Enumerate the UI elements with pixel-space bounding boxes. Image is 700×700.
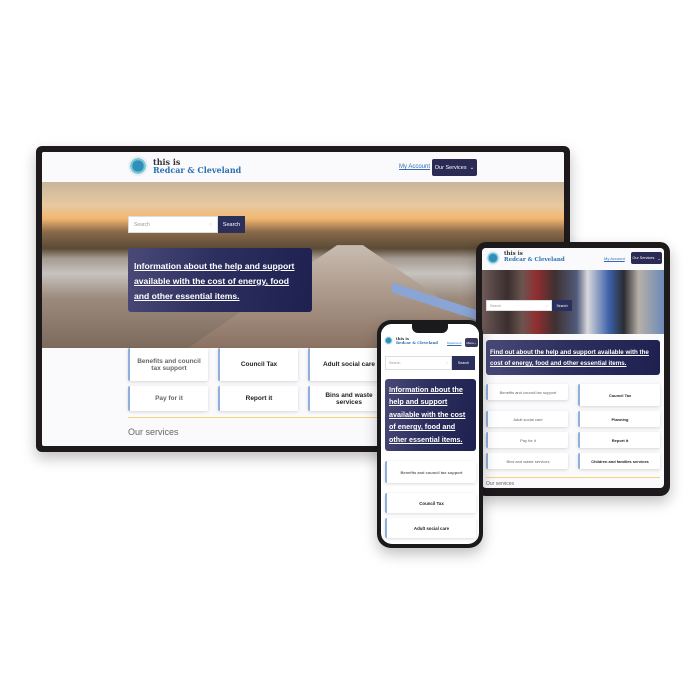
promo-link[interactable]: Information about the help and support a…	[134, 261, 294, 301]
tablet-our-services-heading: Our services	[486, 481, 515, 487]
card-label: Bins and waste services	[325, 391, 373, 406]
card-label: Council Tax	[240, 361, 278, 368]
phone-logo[interactable]: this is Redcar & Cleveland	[384, 336, 438, 345]
service-card-bins[interactable]: Bins and waste services	[308, 386, 388, 411]
tablet-logo[interactable]: this is Redcar & Cleveland	[486, 251, 565, 265]
service-card-council-tax[interactable]: Council Tax	[218, 348, 298, 381]
tablet-card-adult-social-care[interactable]: Adult social care	[486, 411, 568, 427]
service-card-pay-for-it[interactable]: Pay for it	[128, 386, 208, 411]
tablet-my-account-link[interactable]: My Account	[604, 256, 625, 261]
tablet-header: this is Redcar & Cleveland My Account Ou…	[482, 248, 664, 270]
promo-link[interactable]: Find out about the help and support avai…	[490, 349, 649, 367]
logo-icon	[128, 156, 148, 176]
search-bar: Search ○ Search	[128, 216, 245, 233]
logo-line2: Redcar & Cleveland	[504, 257, 565, 263]
tablet-card-council-tax[interactable]: Council Tax	[578, 384, 660, 406]
tablet-our-services-button[interactable]: Our Services ⌄	[631, 252, 662, 264]
section-divider	[128, 417, 388, 418]
tablet-promo[interactable]: Find out about the help and support avai…	[486, 340, 660, 375]
site-header: this is Redcar & Cleveland My Account Ou…	[42, 152, 564, 182]
card-label: Adult social care	[322, 361, 376, 368]
chevron-down-icon: ⌄	[474, 340, 477, 345]
card-label: Council Tax	[608, 392, 632, 398]
tablet-card-planning[interactable]: Planning	[578, 411, 660, 427]
tablet-search-bar: Search ○ Search	[486, 300, 572, 311]
logo-icon	[486, 251, 500, 265]
card-label: Adult social care	[513, 416, 543, 422]
search-icon: ○	[208, 221, 212, 228]
chevron-down-icon: ⌄	[657, 256, 661, 261]
service-card-adult-social-care[interactable]: Adult social care	[308, 348, 388, 381]
cost-of-living-promo[interactable]: Information about the help and support a…	[128, 248, 312, 312]
phone-search-bar: Search ○ Search	[385, 356, 475, 370]
phone-screen: this is Redcar & Cleveland Myaccount Men…	[381, 324, 479, 544]
tablet-card-bins[interactable]: Bins and waste services	[486, 453, 568, 469]
logo-line2: Redcar & Cleveland	[396, 339, 438, 345]
chevron-down-icon: ⌄	[469, 164, 475, 171]
search-placeholder: Search	[389, 361, 401, 365]
search-button[interactable]: Search	[218, 216, 245, 233]
logo-line2: Redcar & Cleveland	[153, 165, 242, 175]
logo-icon	[384, 336, 393, 345]
card-label: Benefits and council tax support	[400, 469, 463, 475]
tablet-hero: Search ○ Search	[482, 270, 664, 334]
phone-card-benefits[interactable]: Benefits and council tax support	[385, 461, 476, 483]
tablet-screen: this is Redcar & Cleveland My Account Ou…	[482, 248, 664, 488]
tablet-section-divider	[486, 477, 660, 478]
phone-promo[interactable]: Information about the help and support a…	[385, 379, 476, 451]
card-label: Benefits and council tax support	[137, 357, 201, 372]
phone-notch	[412, 324, 448, 333]
card-label: Benefits and council tax support	[499, 389, 557, 395]
phone-search-button[interactable]: Search	[452, 356, 475, 370]
menu-label: Menu	[466, 340, 474, 345]
tablet-search-input[interactable]: Search ○	[486, 300, 552, 311]
phone-device: this is Redcar & Cleveland Myaccount Men…	[377, 320, 483, 548]
my-account-link[interactable]: My Account	[399, 164, 430, 170]
search-placeholder: Search	[134, 221, 150, 228]
service-card-report-it[interactable]: Report it	[218, 386, 298, 411]
promo-link[interactable]: Information about the help and support a…	[389, 385, 465, 444]
card-label: Pay for it	[520, 437, 536, 443]
phone-my-account-link[interactable]: Myaccount	[447, 341, 462, 345]
our-services-label: Our Services	[434, 164, 467, 171]
site-logo[interactable]: this is Redcar & Cleveland	[128, 156, 241, 176]
card-label: Report it	[611, 437, 629, 443]
phone-search-input[interactable]: Search ○	[385, 356, 452, 370]
card-label: Council Tax	[419, 500, 444, 506]
search-icon: ○	[545, 303, 548, 308]
our-services-heading: Our services	[128, 427, 179, 437]
our-services-button[interactable]: Our Services ⌄	[432, 159, 477, 176]
tablet-card-children-families[interactable]: Children and families services	[578, 453, 660, 469]
service-card-benefits[interactable]: Benefits and council tax support	[128, 348, 208, 381]
phone-menu-button[interactable]: Menu ⌄	[465, 338, 478, 347]
tablet-card-pay-for-it[interactable]: Pay for it	[486, 432, 568, 448]
phone-card-adult-social-care[interactable]: Adult social care	[385, 518, 476, 538]
card-label: Children and families services	[591, 458, 649, 464]
our-services-label: Our Services	[632, 256, 655, 260]
tablet-search-button[interactable]: Search	[552, 300, 572, 311]
search-icon: ○	[445, 361, 448, 365]
tablet-device: this is Redcar & Cleveland My Account Ou…	[476, 242, 670, 496]
card-label: Adult social care	[413, 525, 450, 531]
card-label: Report it	[245, 395, 273, 402]
card-label: Bins and waste services	[506, 458, 550, 464]
tablet-card-report-it[interactable]: Report it	[578, 432, 660, 448]
search-input[interactable]: Search ○	[128, 216, 218, 233]
card-label: Planning	[611, 416, 629, 422]
card-label: Pay for it	[155, 395, 183, 402]
phone-card-council-tax[interactable]: Council Tax	[385, 493, 476, 513]
tablet-card-benefits[interactable]: Benefits and council tax support	[486, 384, 568, 400]
search-placeholder: Search	[490, 303, 502, 308]
